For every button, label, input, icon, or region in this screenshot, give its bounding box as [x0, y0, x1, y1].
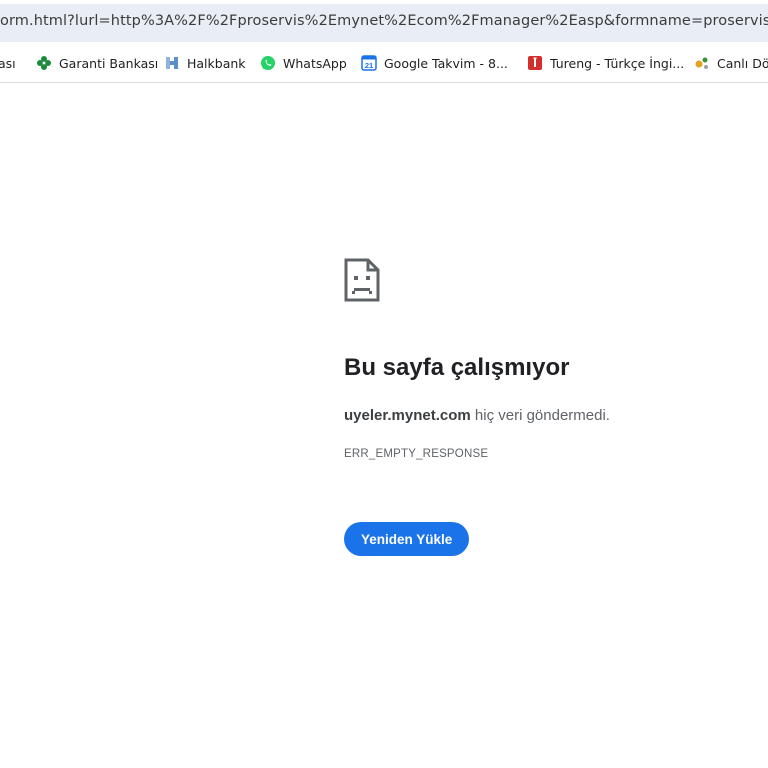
bookmark-label: Canlı Dö — [717, 55, 768, 71]
bookmark-label: WhatsApp — [283, 55, 347, 71]
bookmarks-bar: ası Garanti Bankası — [0, 44, 768, 83]
error-description: uyeler.mynet.com hiç veri göndermedi. — [344, 407, 610, 424]
svg-text:21: 21 — [365, 61, 373, 70]
tureng-icon — [527, 55, 543, 71]
calendar-icon: 21 — [361, 55, 377, 71]
bookmark-item-garanti[interactable]: Garanti Bankası — [36, 44, 158, 82]
bookmark-label: Halkbank — [187, 55, 246, 71]
bookmark-label: ası — [0, 55, 16, 71]
clover-icon — [36, 55, 52, 71]
address-bar[interactable]: orm.html?lurl=http%3A%2F%2Fproservis%2Em… — [0, 4, 768, 42]
bookmark-item-canli-doviz[interactable]: Canlı Dö — [694, 44, 768, 82]
error-description-text: hiç veri göndermedi. — [470, 407, 610, 424]
sad-page-icon — [344, 258, 380, 302]
url-text[interactable]: orm.html?lurl=http%3A%2F%2Fproservis%2Em… — [0, 13, 768, 29]
bookmark-item-0[interactable]: ası — [0, 44, 16, 82]
bookmark-label: Google Takvim - 8... — [384, 55, 508, 71]
bookmark-item-google-calendar[interactable]: 21 Google Takvim - 8... — [361, 44, 508, 82]
error-title: Bu sayfa çalışmıyor — [344, 354, 570, 381]
bookmark-item-tureng[interactable]: Tureng - Türkçe İngi... — [527, 44, 684, 82]
halkbank-icon — [164, 55, 180, 71]
bookmark-label: Tureng - Türkçe İngi... — [550, 55, 685, 71]
whatsapp-icon — [260, 55, 276, 71]
bookmark-label: Garanti Bankası — [59, 55, 159, 71]
browser-window: orm.html?lurl=http%3A%2F%2Fproservis%2Em… — [0, 0, 768, 768]
error-code: ERR_EMPTY_RESPONSE — [344, 448, 489, 460]
bookmark-item-halkbank[interactable]: Halkbank — [164, 44, 246, 82]
currency-icon — [694, 55, 710, 71]
bookmark-item-whatsapp[interactable]: WhatsApp — [260, 44, 347, 82]
reload-button[interactable]: Yeniden Yükle — [344, 522, 470, 556]
error-host: uyeler.mynet.com — [344, 407, 471, 424]
